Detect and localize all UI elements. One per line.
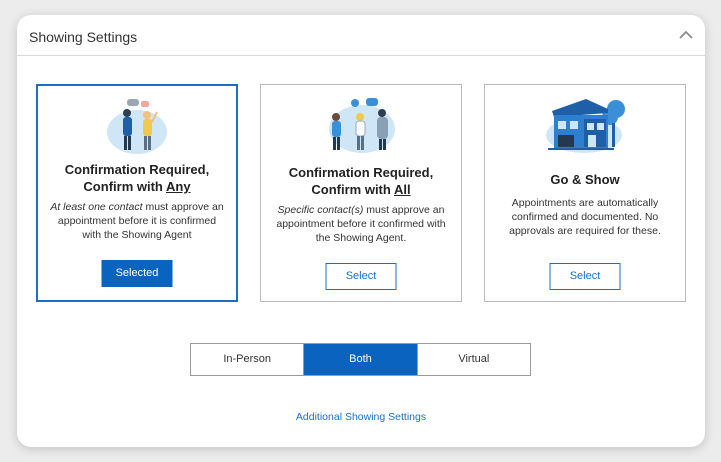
panel-title: Showing Settings <box>29 29 138 45</box>
card-title-emphasis: All <box>393 182 411 197</box>
toggle-virtual[interactable]: Virtual <box>416 344 530 375</box>
card-title: Confirmation Required, Confirm with Any <box>46 161 228 195</box>
panel-header: Showing Settings <box>17 15 705 56</box>
chevron-up-icon[interactable] <box>676 26 696 44</box>
card-description: Appointments are automatically confirmed… <box>497 196 673 238</box>
card-title-line2: Confirm with All <box>269 181 453 198</box>
card-desc-text: Appointments are automatically confirmed… <box>509 197 661 237</box>
card-desc-emphasis: At least one contact <box>50 201 143 213</box>
card-title: Confirmation Required, Confirm with All <box>269 164 453 198</box>
card-title-line2: Confirm with Any <box>46 178 228 195</box>
card-desc-emphasis: Specific contact(s) <box>277 204 364 216</box>
card-title-line1: Confirmation Required, <box>288 165 434 180</box>
people-approval-illustration <box>261 95 461 155</box>
people-discussion-illustration <box>38 96 236 156</box>
card-go-and-show[interactable]: Go & Show Appointments are automatically… <box>484 84 686 302</box>
toggle-both[interactable]: Both <box>303 344 417 375</box>
card-title-line1: Confirmation Required, <box>64 162 210 177</box>
card-confirm-any[interactable]: Confirmation Required, Confirm with Any … <box>36 84 238 302</box>
card-title: Go & Show <box>550 172 620 187</box>
card-title-emphasis: Any <box>166 179 191 194</box>
card-title-prefix: Confirm with <box>83 179 166 194</box>
select-button[interactable]: Select <box>549 263 621 290</box>
additional-showing-settings-link[interactable]: Additional Showing Settings <box>17 411 705 423</box>
card-confirm-all[interactable]: Confirmation Required, Confirm with All … <box>260 84 462 302</box>
card-title-prefix: Confirm with <box>311 182 394 197</box>
card-description: Specific contact(s) must approve an appo… <box>273 203 449 245</box>
toggle-in-person[interactable]: In-Person <box>191 344 304 375</box>
house-illustration <box>485 95 685 155</box>
card-description: At least one contact must approve an app… <box>50 200 224 242</box>
showing-type-toggle: In-Person Both Virtual <box>190 343 531 376</box>
showing-settings-panel: Showing Settings Confirmation Required, … <box>17 15 705 447</box>
select-button[interactable]: Select <box>325 263 397 290</box>
selected-button[interactable]: Selected <box>101 260 173 287</box>
